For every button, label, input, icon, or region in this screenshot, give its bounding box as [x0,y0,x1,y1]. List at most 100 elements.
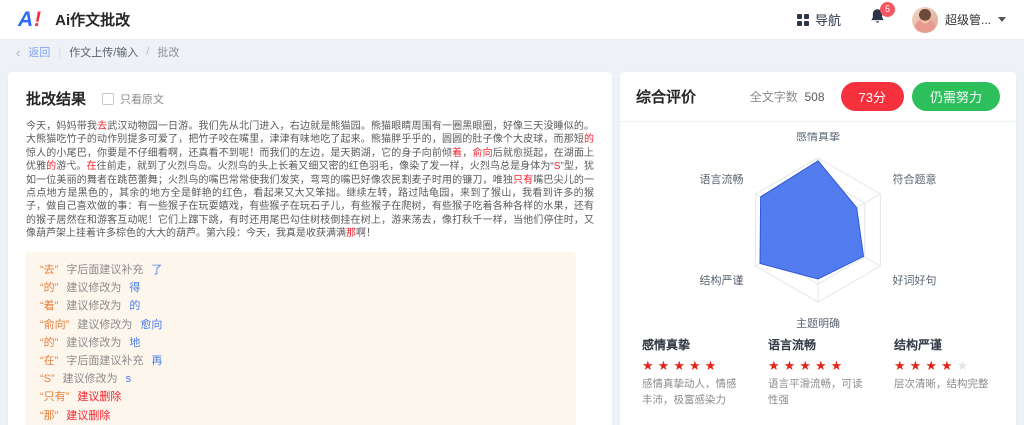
radar-axis-label: 符合题意 [892,172,936,186]
suggestion-item[interactable]: “只有” 建议删除 [40,389,562,407]
suggestion-value: 了 [151,265,162,276]
nav-menu-button[interactable]: 导航 [796,10,841,29]
star-empty-icon: ★ [957,358,973,373]
grade-badge: 仍需努力 [912,82,1000,111]
user-name: 超级管... [945,11,991,28]
rating-description: 层次清晰，结构完整 [894,377,994,393]
suggestion-quote: “在” [40,356,58,367]
suggestion-value: 的 [129,301,140,312]
star-filled-icon: ★ [799,358,815,373]
suggestion-action: 字后面建议补充 [66,356,143,367]
suggestion-item[interactable]: “那”建议删除 [40,407,562,425]
app-header: A! Ai作文批改 导航 5 超级管... [0,0,1024,40]
radar-chart: 感情真挚符合题意好词好句主题明确结构严谨语言流畅 [620,122,1016,328]
essay-segment: 武汉动物园一日游。我们先从北门进入，右边就是熊猫园。熊猫眼睛周围有一圈黑眼圈，好… [26,121,594,145]
rating-stars: ★★★★★ [642,359,742,372]
star-filled-icon: ★ [815,358,831,373]
suggestion-action: 建议修改为 [66,283,121,294]
suggestion-action: 建议修改为 [77,320,132,331]
essay-highlight[interactable]: 那 [346,228,356,239]
suggestion-item[interactable]: “的” 建议修改为地 [40,334,562,352]
suggestion-list: “去”字后面建议补充了“的”建议修改为得“着”建议修改为的“俞向”建议修改为愈向… [26,252,576,425]
suggestion-action: 建议删除 [77,392,121,403]
nav-menu-label: 导航 [815,10,841,29]
radar-axis-label: 主题明确 [796,317,840,328]
breadcrumb-back-link[interactable]: 返回 [28,44,50,60]
user-menu[interactable]: 超级管... [912,7,1006,33]
essay-text: 今天，妈妈带我去武汉动物园一日游。我们先从北门进入，右边就是熊猫园。熊猫眼睛周围… [26,120,594,241]
suggestion-value: 得 [129,283,140,294]
rating-block: 感情真挚★★★★★感情真挚动人，情感丰沛，极富感染力 [642,336,742,409]
notification-bell[interactable]: 5 [869,8,886,31]
rating-description: 语言平滑流畅，可读性强 [768,377,868,409]
suggestion-item[interactable]: “在” 字后面建议补充再 [40,352,562,370]
essay-highlight[interactable]: 的 [46,161,56,172]
suggestion-action: 建议修改为 [63,374,118,385]
star-filled-icon: ★ [925,358,941,373]
rating-title: 结构严谨 [894,336,994,353]
essay-highlight[interactable]: 着 [452,148,462,159]
radar-axis-label: 感情真挚 [796,132,840,143]
suggestion-quote: “着” [40,301,58,312]
rating-description: 感情真挚动人，情感丰沛，极富感染力 [642,377,742,409]
essay-highlight[interactable]: 去 [97,121,107,132]
essay-highlight[interactable]: 俞向 [472,148,492,159]
rating-block: 语言流畅★★★★★语言平滑流畅，可读性强 [768,336,868,409]
score-badge: 73分 [841,82,904,111]
star-filled-icon: ★ [784,358,800,373]
grid-icon [796,13,810,27]
star-filled-icon: ★ [705,358,721,373]
suggestion-value: s [126,374,132,385]
evaluation-card: 综合评价 全文字数 508 73分 仍需努力 感情真挚符合题意好词好句主题明确结… [620,72,1016,425]
star-filled-icon: ★ [831,358,847,373]
suggestion-quote: “俞向” [40,320,69,331]
word-count: 全文字数 508 [750,88,825,105]
rating-title: 感情真挚 [642,336,742,353]
star-filled-icon: ★ [673,358,689,373]
star-filled-icon: ★ [910,358,926,373]
suggestion-value: 再 [151,356,162,367]
suggestion-quote: “只有” [40,392,69,403]
star-filled-icon: ★ [768,358,784,373]
rating-stars: ★★★★★ [894,359,994,372]
suggestion-value: 愈向 [140,320,162,331]
essay-highlight[interactable]: 的 [584,134,594,145]
suggestion-quote: “S” [40,374,55,385]
checkbox-box[interactable] [102,93,114,105]
suggestion-item[interactable]: “着”建议修改为的 [40,298,562,316]
essay-segment: 啊！ [356,228,376,239]
back-chevron-icon: ‹ [16,45,20,60]
breadcrumb-item-upload[interactable]: 作文上传/输入 [69,44,138,60]
star-filled-icon: ★ [689,358,705,373]
radar-axis-label: 好词好句 [892,273,936,287]
suggestion-action: 字后面建议补充 [66,265,143,276]
breadcrumb-separator: | [58,46,61,58]
essay-segment: 往前走，就到了火烈鸟岛。火烈鸟的头上长着又细又密的红色羽毛，像染了发一样，火烈鸟… [97,161,554,172]
breadcrumb: ‹ 返回 | 作文上传/输入 / 批改 [0,40,1024,64]
radar-axis-label: 结构严谨 [700,273,744,287]
star-filled-icon: ★ [642,358,658,373]
correction-result-card: 批改结果 只看原文 今天，妈妈带我去武汉动物园一日游。我们先从北门进入，右边就是… [8,72,612,425]
star-filled-icon: ★ [894,358,910,373]
show-original-checkbox[interactable]: 只看原文 [102,91,164,107]
suggestion-item[interactable]: “的”建议修改为得 [40,280,562,298]
notification-badge: 5 [880,2,895,17]
essay-highlight[interactable]: 只有 [513,175,533,186]
star-filled-icon: ★ [941,358,957,373]
ratings-grid: 感情真挚★★★★★感情真挚动人，情感丰沛，极富感染力语言流畅★★★★★语言平滑流… [620,328,1016,425]
suggestion-quote: “那” [40,411,58,422]
essay-segment: 今天，妈妈带我 [26,121,97,132]
rating-block: 结构严谨★★★★★层次清晰，结构完整 [894,336,994,409]
suggestion-item[interactable]: “俞向” 建议修改为愈向 [40,316,562,334]
app-logo[interactable]: A! [18,8,41,32]
star-filled-icon: ★ [658,358,674,373]
essay-highlight[interactable]: 在 [87,161,97,172]
suggestion-item[interactable]: “去”字后面建议补充了 [40,262,562,280]
rating-stars: ★★★★★ [768,359,868,372]
essay-segment: ， [462,148,472,159]
suggestion-action: 建议修改为 [66,338,121,349]
suggestion-quote: “的” [40,338,58,349]
avatar [912,7,938,33]
suggestion-item[interactable]: “S” 建议修改为 s [40,371,562,389]
suggestion-value: 地 [129,338,140,349]
